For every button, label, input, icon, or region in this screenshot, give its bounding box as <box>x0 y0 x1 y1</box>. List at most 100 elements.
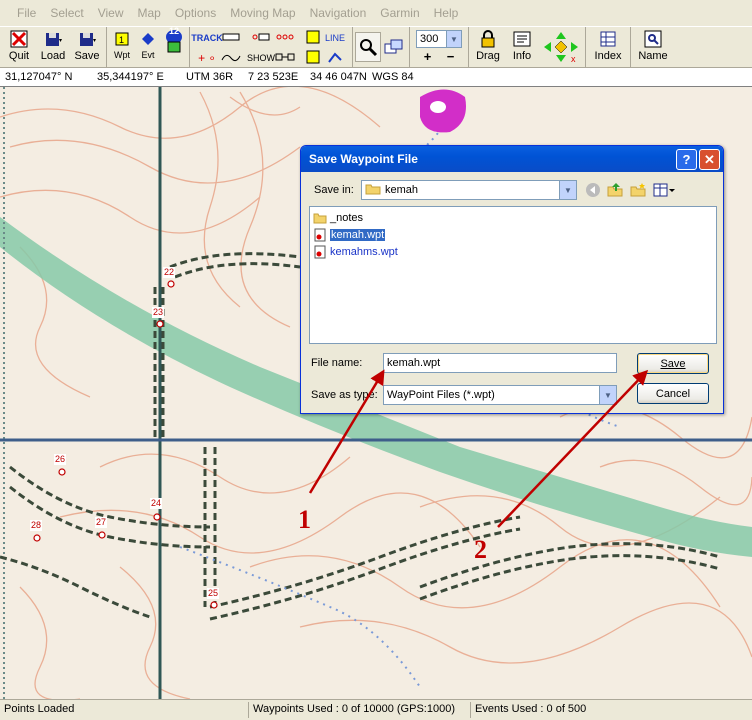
folder-icon <box>365 183 381 198</box>
index-label: Index <box>594 50 622 62</box>
back-icon[interactable] <box>584 182 602 198</box>
quit-label: Quit <box>8 50 30 62</box>
waypoint-label[interactable]: 23 <box>152 307 165 318</box>
drag-button[interactable]: Drag <box>471 27 505 67</box>
track-label[interactable]: TRACK <box>191 33 223 43</box>
list-item[interactable]: _notes <box>313 210 363 226</box>
pan-arrows-button[interactable]: x <box>539 27 583 67</box>
toolbar-group-zoom-tools <box>353 27 410 67</box>
utm-easting: 7 23 523E <box>248 71 299 83</box>
route-show-icon[interactable] <box>275 31 295 46</box>
waypoint-label[interactable]: 28 <box>30 520 43 531</box>
new-folder-icon[interactable] <box>629 182 647 198</box>
menu-help[interactable]: Help <box>427 6 466 20</box>
coordinate-bar: 31,127047° N 35,344197° E UTM 36R 7 23 5… <box>0 68 752 87</box>
help-icon: ? <box>682 152 691 167</box>
annotation-two: 2 <box>474 535 487 564</box>
waypoint-label[interactable]: 24 <box>150 498 163 509</box>
waypoints-used: Waypoints Used : 0 of 10000 (GPS:1000) <box>248 702 459 718</box>
wpt-label: Wpt <box>113 50 130 60</box>
menu-map[interactable]: Map <box>131 6 168 20</box>
file-name: kemahms.wpt <box>330 246 398 258</box>
close-icon: ✕ <box>704 151 715 167</box>
save-as-type-value: WayPoint Files (*.wpt) <box>387 389 495 401</box>
drag-label: Drag <box>476 50 500 62</box>
utm-northing: 34 46 047N <box>310 71 367 83</box>
load-icon <box>43 29 63 49</box>
waypoint-flag-icon: 1 <box>112 29 132 49</box>
save-button[interactable]: Save <box>637 353 709 374</box>
save-button-label: Save <box>660 357 686 370</box>
evt-label: Evt <box>141 50 155 60</box>
line-yellow-2-icon[interactable] <box>306 50 320 67</box>
cancel-button[interactable]: Cancel <box>637 383 709 404</box>
dialog-title-bar[interactable]: Save Waypoint File <box>301 146 723 172</box>
annotation-one: 1 <box>298 505 311 534</box>
save-as-type-select[interactable]: WayPoint Files (*.wpt) ▼ <box>383 385 617 405</box>
file-name-value: kemah.wpt <box>387 357 441 369</box>
info-icon <box>512 29 532 49</box>
view-menu-icon[interactable] <box>653 182 677 198</box>
toolbar-group-tools: Drag Info x <box>469 27 586 67</box>
file-name-label: File name: <box>311 357 363 369</box>
index-button[interactable]: Index <box>588 27 628 67</box>
route-link-icon[interactable] <box>275 51 295 66</box>
file-name-input[interactable]: kemah.wpt <box>383 353 617 373</box>
name-search-icon <box>643 29 663 49</box>
zoom-select[interactable]: 300 ▼ <box>416 30 462 48</box>
file-list[interactable]: _notes kemah.wpt kemahms.wpt <box>309 206 717 344</box>
toolbar-save-button[interactable]: Save <box>70 27 104 67</box>
close-button[interactable]: ✕ <box>699 149 720 170</box>
load-button[interactable]: Load <box>36 27 70 67</box>
list-item[interactable]: kemah.wpt <box>313 227 386 243</box>
menu-garmin[interactable]: Garmin <box>373 6 426 20</box>
menu-navigation[interactable]: Navigation <box>303 6 374 20</box>
waypoint-label[interactable]: 22 <box>163 267 176 278</box>
quit-button[interactable]: Quit <box>2 27 36 67</box>
cancel-button-label: Cancel <box>655 387 691 400</box>
menu-select[interactable]: Select <box>43 6 90 20</box>
file-name: kemah.wpt <box>330 229 386 241</box>
zoom-in-button[interactable]: + <box>424 50 432 63</box>
zoom-out-button[interactable]: − <box>447 50 455 63</box>
info-button[interactable]: Info <box>505 27 539 67</box>
latitude-readout: 31,127047° N <box>5 71 73 83</box>
line-label[interactable]: LINE <box>325 33 345 43</box>
waypoint-label[interactable]: 26 <box>54 454 67 465</box>
save-disk-icon <box>77 29 97 49</box>
chevron-down-icon: ▼ <box>446 31 461 47</box>
toolbar-group-name: Name <box>631 27 675 67</box>
name-button[interactable]: Name <box>633 27 673 67</box>
track-show-icon[interactable] <box>220 50 242 67</box>
save-as-type-label: Save as type: <box>311 389 378 401</box>
waypoint-label[interactable]: 25 <box>207 588 220 599</box>
line-blue-icon[interactable] <box>327 50 343 67</box>
waypoint-label[interactable]: 27 <box>95 517 108 528</box>
track-dots-icon[interactable] <box>221 31 241 45</box>
menu-moving-map[interactable]: Moving Map <box>223 6 302 20</box>
menu-options[interactable]: Options <box>168 6 223 20</box>
toolbar: Quit Load Save 1 Wpt Evt 12 TRACK + ∘ SH… <box>0 26 752 68</box>
plus-red-icon[interactable]: + ∘ <box>198 51 216 65</box>
toolbar-group-tracks: TRACK + ∘ SHOW LINE <box>190 27 353 67</box>
line-yellow-icon[interactable] <box>306 30 320 47</box>
save-in-combo[interactable]: kemah ▼ <box>361 180 577 200</box>
help-button[interactable]: ? <box>676 149 697 170</box>
route-dots-icon[interactable] <box>251 31 271 45</box>
menu-file[interactable]: File <box>10 6 43 20</box>
folder-icon <box>313 211 327 225</box>
magnifier-icon[interactable] <box>355 32 381 62</box>
windows-overlap-icon[interactable] <box>381 32 407 62</box>
longitude-readout: 35,344197° E <box>97 71 164 83</box>
info-label: Info <box>512 50 532 62</box>
badge-button[interactable]: 12 <box>161 26 187 67</box>
menu-view[interactable]: View <box>91 6 131 20</box>
list-item[interactable]: kemahms.wpt <box>313 244 398 260</box>
up-folder-icon[interactable] <box>606 182 624 198</box>
datum-readout: WGS 84 <box>372 71 414 83</box>
toolbar-group-index: Index <box>586 27 631 67</box>
evt-button[interactable]: Evt <box>135 27 161 67</box>
wpt-button[interactable]: 1 Wpt <box>109 27 135 67</box>
save-waypoint-dialog: Save Waypoint File ? ✕ Save in: kemah ▼ … <box>300 145 724 414</box>
chevron-down-icon: ▼ <box>559 181 576 199</box>
